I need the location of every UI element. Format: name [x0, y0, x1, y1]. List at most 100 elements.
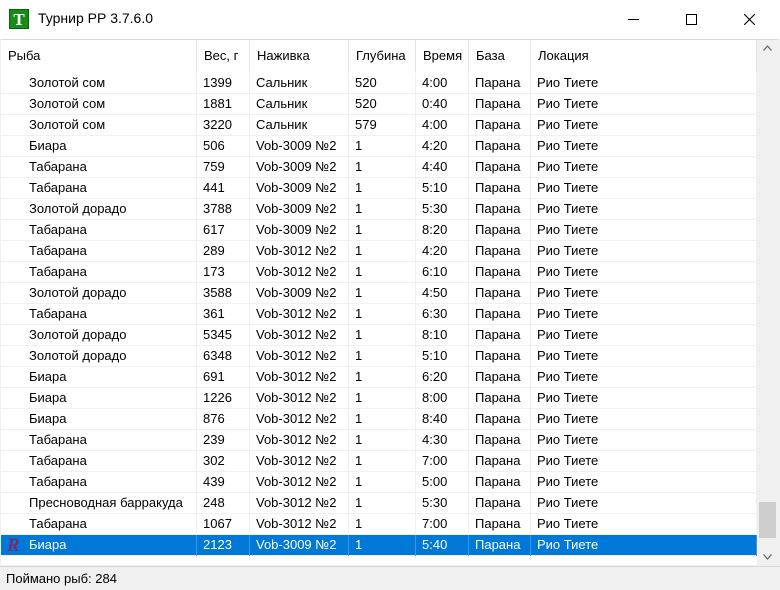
- scroll-down-button[interactable]: [757, 549, 778, 566]
- cell-weight: 2123: [197, 535, 250, 556]
- cell-depth: 1: [349, 220, 416, 241]
- table-row[interactable]: Золотой сом 1881 Сальник 520 0:40 Парана Рио Т…: [1, 94, 757, 115]
- table-row[interactable]: Биара 691 Vob-3012 №2 1 6:20 Парана Рио Тиете: [1, 367, 757, 388]
- cell-depth: 1: [349, 493, 416, 514]
- vertical-scrollbar[interactable]: [757, 40, 778, 566]
- cell-fish: Табарана: [1, 241, 197, 262]
- title-bar[interactable]: T Турнир РР 3.7.6.0: [0, 0, 780, 39]
- cell-weight: 3220: [197, 115, 250, 136]
- table-row[interactable]: Табарана 289 Vob-3012 №2 1 4:20 Парана Рио Тие…: [1, 241, 757, 262]
- table-row[interactable]: Табарана 173 Vob-3012 №2 1 6:10 Парана Рио Тие…: [1, 262, 757, 283]
- cell-weight: 289: [197, 241, 250, 262]
- column-header-base[interactable]: База: [469, 40, 531, 72]
- table-row[interactable]: Золотой сом 1399 Сальник 520 4:00 Парана Рио Т…: [1, 73, 757, 94]
- column-header-location[interactable]: Локация: [531, 40, 757, 72]
- cell-bait: Сальник: [250, 115, 349, 136]
- cell-base: Парана: [469, 304, 531, 325]
- table-row[interactable]: Табарана 239 Vob-3012 №2 1 4:30 Парана Рио Тие…: [1, 430, 757, 451]
- cell-depth: 1: [349, 178, 416, 199]
- scroll-up-button[interactable]: [757, 40, 778, 57]
- cell-base: Парана: [469, 346, 531, 367]
- table-row[interactable]: Золотой дорадо 3788 Vob-3009 №2 1 5:30 Парана…: [1, 199, 757, 220]
- cell-location: Рио Тиете: [531, 241, 757, 262]
- cell-base: Парана: [469, 367, 531, 388]
- cell-base: Парана: [469, 241, 531, 262]
- table-row[interactable]: Табарана 302 Vob-3012 №2 1 7:00 Парана Рио Тие…: [1, 451, 757, 472]
- cell-fish: Табарана: [1, 514, 197, 535]
- column-header-bait[interactable]: Наживка: [250, 40, 349, 72]
- cell-depth: 1: [349, 346, 416, 367]
- cell-time: 8:00: [416, 388, 469, 409]
- cell-bait: Vob-3012 №2: [250, 409, 349, 430]
- chevron-down-icon: [763, 554, 772, 560]
- table-row[interactable]: Биара 506 Vob-3009 №2 1 4:20 Парана Рио Тиете: [1, 136, 757, 157]
- cell-time: 6:20: [416, 367, 469, 388]
- cell-time: 4:20: [416, 241, 469, 262]
- cell-bait: Vob-3009 №2: [250, 178, 349, 199]
- table-row[interactable]: Пресноводная барракуда 248 Vob-3012 №2 1 5:3…: [1, 493, 757, 514]
- cell-location: Рио Тиете: [531, 304, 757, 325]
- cell-fish: Биара: [1, 388, 197, 409]
- cell-base: Парана: [469, 178, 531, 199]
- list-header: Рыба Вес, г Наживка Глубина Время База Локация: [1, 40, 757, 72]
- column-header-depth[interactable]: Глубина: [349, 40, 416, 72]
- cell-base: Парана: [469, 220, 531, 241]
- cell-bait: Vob-3012 №2: [250, 346, 349, 367]
- cell-weight: 173: [197, 262, 250, 283]
- close-button[interactable]: [726, 0, 772, 39]
- cell-base: Парана: [469, 136, 531, 157]
- cell-bait: Vob-3012 №2: [250, 493, 349, 514]
- minimize-button[interactable]: [610, 0, 656, 39]
- cell-location: Рио Тиете: [531, 472, 757, 493]
- cell-time: 4:20: [416, 136, 469, 157]
- table-row[interactable]: Табарана 617 Vob-3009 №2 1 8:20 Парана Рио Тие…: [1, 220, 757, 241]
- scroll-thumb[interactable]: [759, 502, 776, 538]
- cell-location: Рио Тиете: [531, 535, 757, 556]
- column-header-time[interactable]: Время: [416, 40, 469, 72]
- cell-base: Парана: [469, 73, 531, 94]
- cell-depth: 1: [349, 136, 416, 157]
- table-row[interactable]: Табарана 441 Vob-3009 №2 1 5:10 Парана Рио Тие…: [1, 178, 757, 199]
- column-header-weight[interactable]: Вес, г: [197, 40, 250, 72]
- cell-fish: Золотой дорадо: [1, 199, 197, 220]
- cell-depth: 1: [349, 514, 416, 535]
- cell-time: 4:00: [416, 73, 469, 94]
- app-icon[interactable]: T: [9, 9, 29, 29]
- table-row[interactable]: R Биара 2123 Vob-3009 №2 1 5:40 Парана Рио Тиет…: [1, 535, 757, 556]
- cell-fish: Золотой сом: [1, 94, 197, 115]
- table-row[interactable]: Золотой дорадо 5345 Vob-3012 №2 1 8:10 Парана…: [1, 325, 757, 346]
- cell-base: Парана: [469, 283, 531, 304]
- cell-depth: 1: [349, 262, 416, 283]
- cell-bait: Vob-3012 №2: [250, 325, 349, 346]
- catch-list[interactable]: Рыба Вес, г Наживка Глубина Время База Локация…: [1, 39, 778, 566]
- table-row[interactable]: Золотой сом 3220 Сальник 579 4:00 Парана Рио Т…: [1, 115, 757, 136]
- cell-location: Рио Тиете: [531, 514, 757, 535]
- cell-time: 4:40: [416, 157, 469, 178]
- cell-location: Рио Тиете: [531, 136, 757, 157]
- cell-fish: Золотой дорадо: [1, 346, 197, 367]
- cell-depth: 579: [349, 115, 416, 136]
- table-row[interactable]: Золотой дорадо 6348 Vob-3012 №2 1 5:10 Парана…: [1, 346, 757, 367]
- table-row[interactable]: Табарана 439 Vob-3012 №2 1 5:00 Парана Рио Тие…: [1, 472, 757, 493]
- table-row[interactable]: Табарана 361 Vob-3012 №2 1 6:30 Парана Рио Тие…: [1, 304, 757, 325]
- cell-location: Рио Тиете: [531, 94, 757, 115]
- table-row[interactable]: Биара 1226 Vob-3012 №2 1 8:00 Парана Рио Тиете: [1, 388, 757, 409]
- table-row[interactable]: Табарана 759 Vob-3009 №2 1 4:40 Парана Рио Тие…: [1, 157, 757, 178]
- table-row[interactable]: Табарана 1067 Vob-3012 №2 1 7:00 Парана Рио Ти…: [1, 514, 757, 535]
- cell-base: Парана: [469, 325, 531, 346]
- cell-bait: Vob-3012 №2: [250, 262, 349, 283]
- cell-bait: Vob-3009 №2: [250, 157, 349, 178]
- maximize-icon: [686, 14, 697, 25]
- cell-location: Рио Тиете: [531, 346, 757, 367]
- table-row[interactable]: Биара 876 Vob-3012 №2 1 8:40 Парана Рио Тиете: [1, 409, 757, 430]
- cell-location: Рио Тиете: [531, 220, 757, 241]
- cell-bait: Vob-3012 №2: [250, 430, 349, 451]
- cell-base: Парана: [469, 199, 531, 220]
- maximize-button[interactable]: [668, 0, 714, 39]
- cell-weight: 3788: [197, 199, 250, 220]
- cell-weight: 302: [197, 451, 250, 472]
- column-header-fish[interactable]: Рыба: [1, 40, 197, 72]
- cell-weight: 441: [197, 178, 250, 199]
- cell-time: 4:50: [416, 283, 469, 304]
- table-row[interactable]: Золотой дорадо 3588 Vob-3009 №2 1 4:50 Парана…: [1, 283, 757, 304]
